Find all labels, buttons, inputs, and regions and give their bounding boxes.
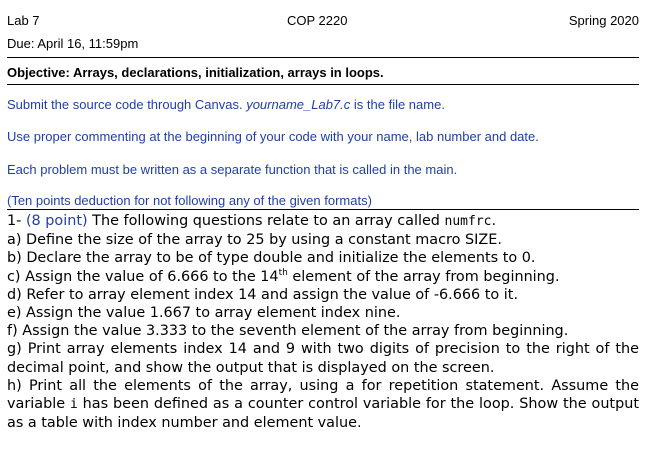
submit-text-end: is the file name. bbox=[350, 97, 445, 112]
divider bbox=[7, 209, 639, 210]
divider bbox=[7, 84, 639, 85]
objective: Objective: Arrays, declarations, initial… bbox=[7, 65, 384, 80]
problem-1: 1- (8 point) The following questions rel… bbox=[7, 212, 639, 432]
loop-variable: i bbox=[69, 397, 78, 413]
intro-end: . bbox=[491, 213, 497, 229]
divider bbox=[7, 57, 639, 58]
deduction-note: (Ten points deduction for not following … bbox=[7, 193, 372, 208]
problem-intro: 1- (8 point) The following questions rel… bbox=[7, 212, 639, 231]
item-d: d) Refer to array element index 14 and a… bbox=[7, 286, 519, 303]
lab-title: Lab 7 bbox=[7, 13, 40, 28]
intro-text: The following questions relate to an arr… bbox=[87, 213, 445, 229]
item-g: g) Print array elements index 14 and 9 w… bbox=[7, 341, 639, 376]
item-h: h) Print all the elements of the array, … bbox=[7, 377, 639, 433]
document-page: Lab 7 COP 2220 Spring 2020 Due: April 16… bbox=[7, 0, 639, 431]
item-h-end: has been defined as a counter control va… bbox=[7, 396, 639, 432]
submit-text: Submit the source code through Canvas. bbox=[7, 97, 247, 112]
item-b: b) Declare the array to be of type doubl… bbox=[7, 250, 536, 267]
course-code: COP 2220 bbox=[287, 13, 348, 28]
superscript: th bbox=[278, 267, 288, 278]
item-c-end: element of the array from beginning. bbox=[287, 268, 560, 285]
array-name: numfrc bbox=[444, 214, 492, 229]
points: (8 point) bbox=[25, 213, 88, 229]
due-date: Due: April 16, 11:59pm bbox=[7, 36, 139, 51]
item-a: a) Define the size of the array to 25 by… bbox=[7, 232, 502, 249]
function-instruction: Each problem must be written as a separa… bbox=[7, 162, 458, 177]
commenting-instruction: Use proper commenting at the beginning o… bbox=[7, 129, 539, 144]
problem-number: 1- bbox=[7, 213, 26, 229]
item-e: e) Assign the value 1.667 to array eleme… bbox=[7, 305, 401, 322]
submit-instruction: Submit the source code through Canvas. y… bbox=[7, 97, 445, 112]
term: Spring 2020 bbox=[568, 13, 639, 28]
item-c: c) Assign the value of 6.666 to the 14th… bbox=[7, 268, 639, 286]
filename: yourname_Lab7.c bbox=[246, 97, 351, 112]
header: Lab 7 COP 2220 Spring 2020 bbox=[7, 0, 639, 30]
item-c-text: c) Assign the value of 6.666 to the 14 bbox=[7, 268, 279, 285]
item-f: f) Assign the value 3.333 to the seventh… bbox=[7, 323, 569, 340]
